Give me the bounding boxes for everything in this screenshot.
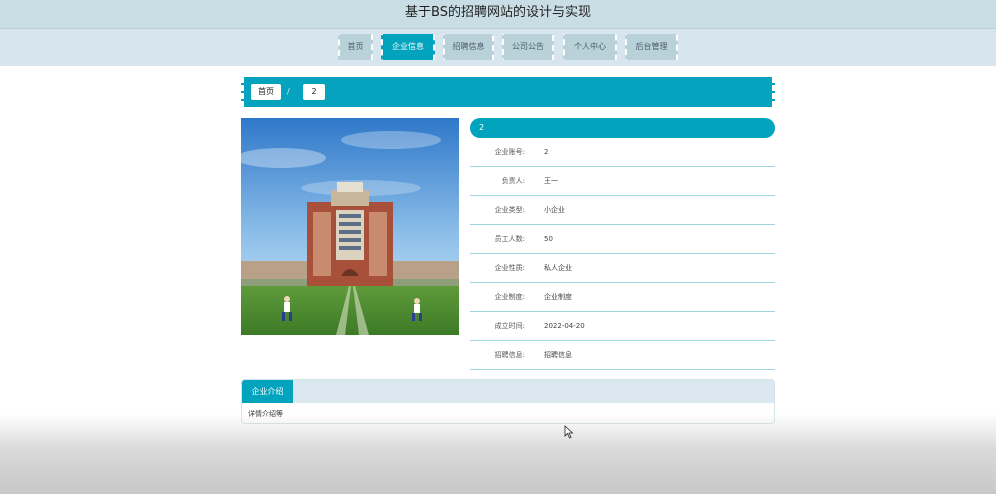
breadcrumb-current: 2 [303, 84, 325, 100]
detail-value: 王一 [544, 177, 558, 185]
detail-row-system: 企业制度: 企业制度 [470, 283, 775, 312]
detail-label: 企业账号: [494, 148, 525, 156]
detail-value: 企业制度 [544, 293, 572, 301]
intro-content: 详情介绍等 [248, 410, 283, 418]
nav-personal-center[interactable]: 个人中心 [563, 34, 617, 60]
detail-label: 负责人: [501, 177, 525, 185]
detail-row-type: 企业类型: 小企业 [470, 196, 775, 225]
site-title: 基于BS的招聘网站的设计与实现 [405, 5, 591, 20]
company-intro-panel: 企业介绍 详情介绍等 [241, 379, 775, 424]
mouse-cursor-icon [564, 424, 574, 443]
breadcrumb: 首页 / 2 [241, 77, 775, 107]
company-name: 2 [479, 123, 485, 132]
nav-company-info[interactable]: 企业信息 [381, 34, 435, 60]
nav-admin[interactable]: 后台管理 [625, 34, 678, 60]
site-header: 基于BS的招聘网站的设计与实现 [0, 0, 996, 29]
company-details: 企业账号: 2 负责人: 王一 企业类型: 小企业 员工人数: 50 企业性质:… [470, 138, 775, 370]
bottom-fade [0, 414, 996, 494]
main-nav: 首页 企业信息 招聘信息 公司公告 个人中心 后台管理 [0, 29, 996, 66]
breadcrumb-home[interactable]: 首页 [251, 84, 281, 100]
detail-row-account: 企业账号: 2 [470, 138, 775, 167]
intro-tab-bar: 企业介绍 [242, 380, 774, 403]
detail-label: 企业制度: [494, 293, 525, 301]
breadcrumb-separator: / [287, 87, 290, 96]
detail-row-manager: 负责人: 王一 [470, 167, 775, 196]
detail-value: 50 [544, 235, 553, 243]
tab-company-intro[interactable]: 企业介绍 [242, 380, 293, 403]
detail-label: 员工人数: [494, 235, 525, 243]
nav-announcements[interactable]: 公司公告 [502, 34, 554, 60]
detail-row-nature: 企业性质: 私人企业 [470, 254, 775, 283]
detail-value: 小企业 [544, 206, 565, 214]
nav-home[interactable]: 首页 [338, 34, 373, 60]
company-photo [241, 118, 459, 335]
detail-label: 企业性质: [494, 264, 525, 272]
detail-value: 私人企业 [544, 264, 572, 272]
company-name-bar: 2 [470, 118, 775, 138]
detail-row-founded: 成立时间: 2022-04-20 [470, 312, 775, 341]
detail-row-jobs: 招聘信息: 招聘信息 [470, 341, 775, 370]
detail-value: 2022-04-20 [544, 322, 585, 330]
detail-label: 招聘信息: [494, 351, 525, 359]
nav-job-info[interactable]: 招聘信息 [443, 34, 494, 60]
detail-value: 2 [544, 148, 549, 156]
detail-label: 成立时间: [494, 322, 525, 330]
detail-label: 企业类型: [494, 206, 525, 214]
detail-row-employees: 员工人数: 50 [470, 225, 775, 254]
detail-value[interactable]: 招聘信息 [544, 341, 572, 369]
